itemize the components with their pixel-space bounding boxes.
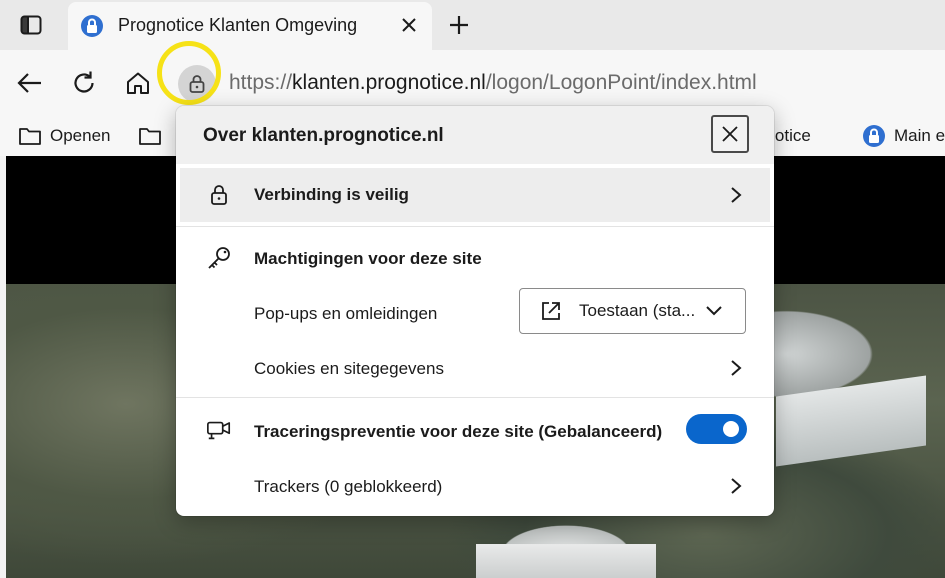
connection-secure-row[interactable]: Verbinding is veilig [180, 168, 770, 222]
tab-actions-icon[interactable] [14, 10, 48, 40]
camera-icon [206, 417, 232, 443]
toggle-knob [723, 421, 739, 437]
permissions-heading: Machtigingen voor deze site [254, 249, 482, 268]
tracking-toggle[interactable] [686, 414, 747, 444]
url-text[interactable]: https://klanten.prognotice.nl/logon/Logo… [229, 71, 757, 95]
folder-icon [139, 128, 161, 145]
popup-title: Over klanten.prognotice.nl [203, 125, 444, 146]
trackers-row[interactable]: Trackers (0 geblokkeerd) [176, 459, 774, 509]
url-host: klanten.prognotice.nl [292, 71, 486, 94]
chevron-down-icon [706, 306, 722, 316]
close-tab-icon[interactable] [396, 12, 422, 38]
tab-active[interactable]: Prognotice Klanten Omgeving [68, 2, 432, 50]
popups-select[interactable]: Toestaan (sta... [519, 288, 746, 334]
popups-label: Pop-ups en omleidingen [254, 304, 438, 323]
divider [176, 226, 774, 227]
cookies-row[interactable]: Cookies en sitegegevens [176, 342, 774, 392]
popup-header: Over klanten.prognotice.nl [176, 106, 774, 164]
favorite-openen[interactable]: Openen [18, 120, 111, 152]
favorite-label: Openen [50, 126, 111, 145]
home-icon[interactable] [120, 65, 156, 101]
highlight-circle [157, 41, 221, 105]
trackers-label: Trackers (0 geblokkeerd) [254, 477, 443, 496]
site-info-popup: Over klanten.prognotice.nl Verbinding is… [176, 106, 774, 516]
tab-strip: Prognotice Klanten Omgeving [0, 0, 945, 50]
external-link-icon [542, 302, 560, 320]
lock-icon [863, 125, 885, 147]
key-icon [206, 245, 232, 271]
chevron-right-icon [726, 185, 746, 205]
address-bar[interactable]: https://klanten.prognotice.nl/logon/Logo… [168, 58, 945, 108]
url-scheme: https:// [229, 71, 293, 94]
favorite-main[interactable]: Main e [862, 120, 945, 152]
chevron-right-icon [726, 358, 746, 378]
lock-icon [206, 182, 232, 208]
photo-building [476, 544, 656, 578]
cookies-label: Cookies en sitegegevens [254, 359, 444, 378]
folder-icon [19, 128, 41, 145]
reload-icon[interactable] [66, 65, 102, 101]
favorite-folder[interactable] [138, 120, 162, 152]
chevron-right-icon [726, 476, 746, 496]
popups-select-value: Toestaan (sta... [579, 301, 696, 320]
tab-title: Prognotice Klanten Omgeving [118, 15, 358, 35]
lock-icon [80, 14, 104, 38]
url-path: /logon/LogonPoint/index.html [485, 71, 757, 94]
close-button[interactable] [711, 115, 749, 153]
divider [176, 397, 774, 398]
favorite-label: Main e [894, 126, 945, 145]
connection-label: Verbinding is veilig [254, 185, 409, 204]
back-icon[interactable] [12, 65, 48, 101]
tracking-label: Traceringspreventie voor deze site (Geba… [254, 422, 663, 441]
close-icon [722, 126, 738, 142]
new-tab-icon[interactable] [442, 8, 476, 42]
